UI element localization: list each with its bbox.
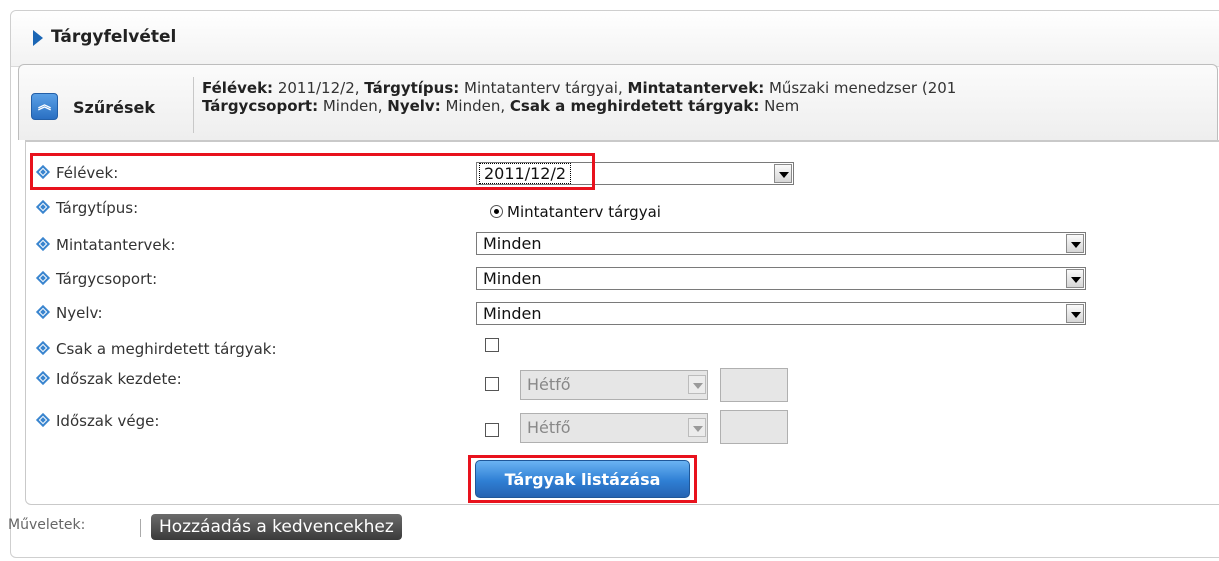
summary-key: Tárgytípus: [364,79,460,97]
divider [140,519,141,537]
targytipus-option: Mintatanterv tárgyai [507,203,661,221]
summary-key: Mintatantervek: [627,79,765,97]
highlight-frame [468,455,697,503]
idoszak-vege-day: Hétfő [527,418,571,437]
chevron-down-icon[interactable] [774,164,792,183]
summary-value: Mintatanterv tárgyai, [459,79,628,97]
filter-summary-line1: Félévek: 2011/12/2, Tárgytípus: Mintatan… [202,79,956,97]
diamond-icon [35,199,51,215]
diamond-icon [35,236,51,252]
filter-summary-line2: Tárgycsoport: Minden, Nyelv: Minden, Csa… [202,97,956,115]
summary-value: Minden, [440,97,510,115]
idoszak-vege-checkbox[interactable] [485,423,499,437]
idoszak-vege-day-select[interactable]: Hétfő [520,413,708,443]
filter-summary-bar: ︽ Szűrések Félévek: 2011/12/2, Tárgytípu… [18,64,1218,140]
summary-value: 2011/12/2, [273,79,365,97]
radio-selected-icon[interactable] [490,205,503,218]
idoszak-kezdete-label-text: Időszak kezdete: [56,370,182,388]
csak-meghirdetett-checkbox[interactable] [485,338,499,352]
summary-key: Nyelv: [387,97,441,115]
idoszak-kezdete-checkbox[interactable] [485,377,499,391]
summary-value: Minden, [318,97,388,115]
diamond-icon [35,304,51,320]
nyelv-label: Nyelv: [35,304,103,322]
mintatantervek-value: Minden [483,234,542,253]
summary-key: Félévek: [202,79,274,97]
mintatantervek-label: Mintatantervek: [35,236,176,254]
diamond-icon [35,270,51,286]
mintatantervek-label-text: Mintatantervek: [56,236,176,254]
double-chevron-up-icon: ︽ [37,98,51,113]
idoszak-kezdete-day: Hétfő [527,375,571,394]
targytipus-radio[interactable]: Mintatanterv tárgyai [490,203,661,221]
chevron-down-icon[interactable] [688,418,706,437]
nyelv-label-text: Nyelv: [56,304,103,322]
chevron-down-icon[interactable] [1066,234,1084,253]
diamond-icon [35,370,51,386]
csak-meghirdetett-label-text: Csak a meghirdetett tárgyak: [56,340,277,358]
summary-key: Tárgycsoport: [202,97,319,115]
collapse-filter-button[interactable]: ︽ [31,93,58,120]
idoszak-kezdete-day-select[interactable]: Hétfő [520,370,708,400]
idoszak-kezdete-label: Időszak kezdete: [35,370,182,388]
targycsoport-label: Tárgycsoport: [35,270,158,288]
divider [193,77,194,133]
chevron-down-icon[interactable] [1066,269,1084,288]
targycsoport-label-text: Tárgycsoport: [56,270,158,288]
title-bar: Tárgyfelvétel [11,11,1219,67]
chevron-down-icon[interactable] [688,375,706,394]
targytipus-label: Tárgytípus: [35,199,139,217]
page-title: Tárgyfelvétel [51,27,177,47]
actions-label: Műveletek: [8,517,86,533]
summary-value: Nem [759,97,800,115]
idoszak-vege-label: Időszak vége: [35,412,160,430]
targycsoport-select[interactable]: Minden [476,267,1086,290]
diamond-icon [35,340,51,356]
chevron-right-icon [33,30,43,46]
nyelv-select[interactable]: Minden [476,302,1086,325]
mintatantervek-select[interactable]: Minden [476,232,1086,255]
chevron-down-icon[interactable] [1066,304,1084,323]
summary-key: Csak a meghirdetett tárgyak: [509,97,760,115]
summary-value: Műszaki menedzser (201 [764,79,957,97]
nyelv-value: Minden [483,304,542,323]
idoszak-vege-label-text: Időszak vége: [56,412,160,430]
targycsoport-value: Minden [483,269,542,288]
highlight-frame [30,153,595,190]
csak-meghirdetett-label: Csak a meghirdetett tárgyak: [35,340,277,358]
filter-toggle-label[interactable]: Szűrések [73,98,155,117]
targytipus-label-text: Tárgytípus: [56,199,139,217]
idoszak-kezdete-time-input[interactable] [720,368,788,402]
filter-summary: Félévek: 2011/12/2, Tárgytípus: Mintatan… [202,79,956,115]
diamond-icon [35,412,51,428]
idoszak-vege-time-input[interactable] [720,410,788,444]
add-to-favorites-button[interactable]: Hozzáadás a kedvencekhez [151,514,402,540]
